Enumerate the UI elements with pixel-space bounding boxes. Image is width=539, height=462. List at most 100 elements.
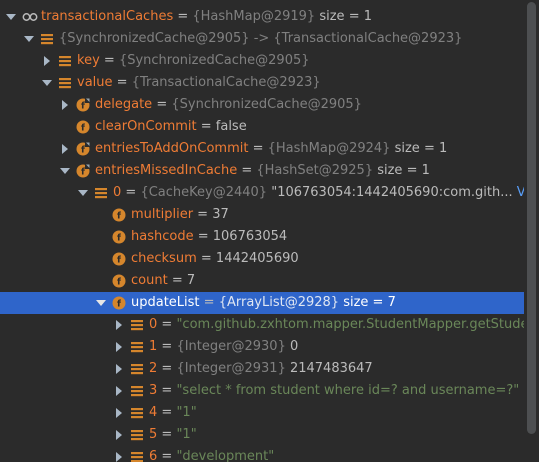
row-text: count = 7 <box>131 270 195 292</box>
tree-row[interactable]: f multiplier = 37 <box>0 204 524 226</box>
svg-text:f: f <box>117 300 121 310</box>
scrollbar-thumb[interactable] <box>527 2 536 434</box>
expand-right-arrow-icon[interactable] <box>114 380 126 402</box>
expand-down-arrow-icon[interactable] <box>6 6 18 28</box>
string-value: "development" <box>176 449 275 462</box>
variable-value: 37 <box>212 207 229 222</box>
expand-right-arrow-icon[interactable] <box>42 50 54 72</box>
tree-row[interactable]: 4 = "1" <box>0 402 524 424</box>
equals-sign: = <box>157 317 177 332</box>
object-reference: {SynchronizedCache@2905} -> {Transaction… <box>59 31 463 46</box>
object-reference: {TransactionalCache@2923} <box>131 75 321 90</box>
row-text: hashcode = 106763054 <box>131 226 287 248</box>
row-text: 2 = {Integer@2931} 2147483647 <box>149 358 373 380</box>
expand-down-arrow-icon[interactable] <box>96 292 108 314</box>
vertical-scrollbar[interactable] <box>524 0 539 462</box>
variable-name: delegate <box>95 97 153 112</box>
tree-row[interactable]: f hashcode = 106763054 <box>0 226 524 248</box>
variable-name: entriesMissedInCache <box>95 163 238 178</box>
variable-name: hashcode <box>131 229 194 244</box>
equals-sign: = <box>248 141 268 156</box>
expand-right-arrow-icon[interactable] <box>60 94 72 116</box>
field-list-icon <box>40 32 54 46</box>
final-field-icon: f <box>76 142 90 156</box>
row-text: entriesMissedInCache = {HashSet@2925} si… <box>95 160 430 182</box>
variable-value: size = 1 <box>315 9 372 24</box>
object-reference: {HashSet@2925} <box>256 163 374 178</box>
tree-row[interactable]: f clearOnCommit = false <box>0 116 524 138</box>
expand-right-arrow-icon[interactable] <box>60 138 72 160</box>
tree-row[interactable]: 5 = "1" <box>0 424 524 446</box>
variables-tree[interactable]: transactionalCaches = {HashMap@2919} siz… <box>0 0 524 462</box>
view-link[interactable]: View <box>513 185 524 200</box>
equals-sign: = <box>237 163 257 178</box>
tree-row[interactable]: f delegate = {SynchronizedCache@2905} <box>0 94 524 116</box>
expand-down-arrow-icon[interactable] <box>78 182 90 204</box>
variable-value: 106763054 <box>212 229 288 244</box>
expand-down-arrow-icon[interactable] <box>60 160 72 182</box>
expand-right-arrow-icon[interactable] <box>114 424 126 446</box>
object-reference: {HashMap@2919} <box>192 9 316 24</box>
string-value: "1" <box>176 405 197 420</box>
equals-sign: = <box>193 207 213 222</box>
equals-sign: = <box>173 9 193 24</box>
svg-text:f: f <box>81 168 85 178</box>
equals-sign: = <box>157 405 177 420</box>
object-reference: {CacheKey@2440} <box>140 185 268 200</box>
expand-right-arrow-icon[interactable] <box>114 446 126 462</box>
variable-name: count <box>131 273 168 288</box>
field-list-icon <box>130 406 144 420</box>
final-field-icon: f <box>76 164 90 178</box>
row-text: clearOnCommit = false <box>95 116 247 138</box>
tree-row[interactable]: 0 = "com.github.zxhtom.mapper.StudentMap… <box>0 314 524 336</box>
tree-row[interactable]: f count = 7 <box>0 270 524 292</box>
tree-row[interactable]: 6 = "development" <box>0 446 524 462</box>
field-list-icon <box>130 318 144 332</box>
tree-row[interactable]: transactionalCaches = {HashMap@2919} siz… <box>0 6 524 28</box>
expand-right-arrow-icon[interactable] <box>114 336 126 358</box>
object-reference: {SynchronizedCache@2905} <box>171 97 362 112</box>
tree-row[interactable]: f checksum = 1442405690 <box>0 248 524 270</box>
final-field-icon: f <box>76 98 90 112</box>
svg-text:f: f <box>117 256 121 266</box>
tree-row-selected[interactable]: f updateList = {ArrayList@2928} size = 7 <box>0 292 524 314</box>
tree-row[interactable]: f entriesToAddOnCommit = {HashMap@2924} s… <box>0 138 524 160</box>
expand-right-arrow-icon[interactable] <box>114 402 126 424</box>
tree-row[interactable]: 1 = {Integer@2930} 0 <box>0 336 524 358</box>
variable-value: size = 7 <box>339 295 396 310</box>
tree-row[interactable]: {SynchronizedCache@2905} -> {Transaction… <box>0 28 524 50</box>
equals-sign: = <box>193 229 213 244</box>
expand-down-arrow-icon[interactable] <box>42 72 54 94</box>
variable-name: multiplier <box>131 207 194 222</box>
tree-row[interactable]: 3 = "select * from student where id=? an… <box>0 380 524 402</box>
svg-text:f: f <box>117 278 121 288</box>
equals-sign: = <box>157 339 177 354</box>
tree-row[interactable]: value = {TransactionalCache@2923} <box>0 72 524 94</box>
tree-row[interactable]: 2 = {Integer@2931} 2147483647 <box>0 358 524 380</box>
row-text: {SynchronizedCache@2905} -> {Transaction… <box>59 28 462 50</box>
variable-name: key <box>77 53 100 68</box>
expand-right-arrow-icon[interactable] <box>114 314 126 336</box>
expand-right-arrow-icon[interactable] <box>114 358 126 380</box>
object-reference: {Integer@2931} <box>176 361 286 376</box>
row-text: 3 = "select * from student where id=? an… <box>149 380 519 402</box>
variable-value: 2147483647 <box>285 361 373 376</box>
row-text: multiplier = 37 <box>131 204 229 226</box>
string-value: "1" <box>176 427 197 442</box>
object-reference: {Integer@2930} <box>176 339 286 354</box>
field-list-icon <box>130 450 144 462</box>
equals-sign: = <box>199 295 219 310</box>
tree-row[interactable]: 0 = {CacheKey@2440} "106763054:144240569… <box>0 182 524 204</box>
tree-row[interactable]: key = {SynchronizedCache@2905} <box>0 50 524 72</box>
variable-value: 0 <box>285 339 299 354</box>
row-text: checksum = 1442405690 <box>131 248 299 270</box>
variable-value: size = 1 <box>373 163 430 178</box>
expand-down-arrow-icon[interactable] <box>24 28 36 50</box>
field-icon: f <box>112 208 126 222</box>
field-icon: f <box>112 296 126 310</box>
tree-row[interactable]: f entriesMissedInCache = {HashSet@2925} s… <box>0 160 524 182</box>
row-text: 0 = "com.github.zxhtom.mapper.StudentMap… <box>149 314 524 336</box>
equals-sign: = <box>121 185 141 200</box>
string-value: "select * from student where id=? and us… <box>176 383 520 398</box>
object-reference: {SynchronizedCache@2905} <box>118 53 310 68</box>
